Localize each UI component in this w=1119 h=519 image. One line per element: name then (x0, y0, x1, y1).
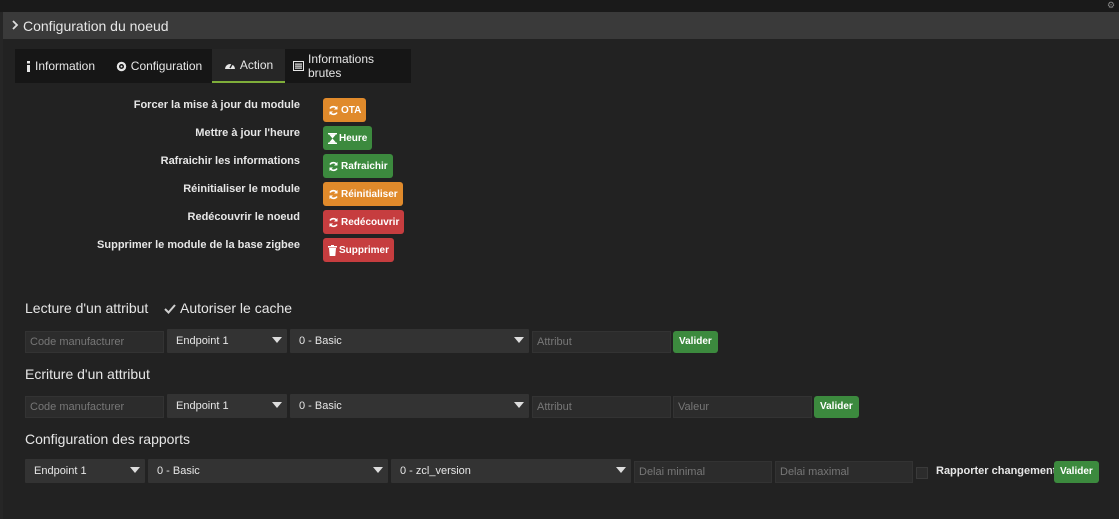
report-max-delay-input[interactable] (775, 461, 913, 483)
ota-button[interactable]: OTA (323, 98, 367, 122)
caret-down-icon (130, 467, 140, 473)
read-attr-title: Lecture d'un attribut (25, 300, 149, 316)
modal-title: Configuration du noeud (23, 17, 169, 34)
action-row-delete: Supprimer le module de la base zigbee Su… (3, 238, 1119, 264)
read-submit-button[interactable]: Valider (673, 331, 718, 353)
info-icon (26, 60, 31, 72)
action-row-time: Mettre à jour l'heure Heure (3, 126, 1119, 152)
refresh-button[interactable]: Rafraichir (323, 154, 393, 178)
trash-icon (328, 244, 337, 256)
action-label: Supprimer le module de la base zigbee (97, 239, 300, 251)
action-row-reset: Réinitialiser le module Réinitialiser (3, 182, 1119, 208)
checkmark-icon (163, 301, 177, 315)
time-button-label: Heure (339, 132, 368, 144)
cache-checkbox[interactable]: Autoriser le cache (163, 300, 292, 316)
report-endpoint-value: Endpoint 1 (34, 465, 87, 477)
read-endpoint-value: Endpoint 1 (176, 335, 229, 347)
report-change-checkbox[interactable] (916, 467, 928, 479)
action-label: Mettre à jour l'heure (195, 127, 300, 139)
refresh-icon (328, 105, 339, 116)
report-config-title: Configuration des rapports (25, 431, 190, 447)
read-manufacturer-input[interactable] (25, 331, 164, 353)
caret-down-icon (272, 337, 282, 343)
reset-button-label: Réinitialiser (341, 188, 398, 200)
refresh-icon (328, 161, 339, 172)
time-button[interactable]: Heure (323, 126, 373, 150)
read-cluster-value: 0 - Basic (299, 335, 342, 347)
read-cluster-select[interactable]: 0 - Basic (290, 329, 529, 353)
tab-information-label: Information (34, 59, 96, 73)
caret-down-icon (514, 402, 524, 408)
action-label: Redécouvrir le noeud (187, 211, 300, 223)
gear-icon[interactable]: ⚙ (1107, 0, 1117, 10)
gear-icon (116, 61, 127, 72)
tab-bar: Information Configuration Action Informa… (15, 49, 411, 83)
write-cluster-select[interactable]: 0 - Basic (290, 394, 529, 418)
report-cluster-select[interactable]: 0 - Basic (148, 459, 388, 483)
write-endpoint-select[interactable]: Endpoint 1 (167, 394, 287, 418)
refresh-icon (328, 189, 339, 200)
read-endpoint-select[interactable]: Endpoint 1 (167, 329, 287, 353)
delete-button-label: Supprimer (339, 244, 390, 256)
caret-down-icon (514, 337, 524, 343)
write-manufacturer-input[interactable] (25, 396, 164, 418)
action-label: Rafraichir les informations (160, 155, 300, 167)
tab-action[interactable]: Action (212, 49, 285, 83)
rediscover-button[interactable]: Redécouvrir (323, 210, 405, 234)
write-submit-button[interactable]: Valider (814, 396, 859, 418)
ota-button-label: OTA (341, 104, 362, 116)
report-change-label: Rapporter changement (936, 465, 1057, 477)
read-attribute-input[interactable] (532, 331, 671, 353)
report-submit-button[interactable]: Valider (1054, 461, 1099, 483)
tab-raw-info-label: Informations brutes (308, 52, 375, 80)
write-cluster-value: 0 - Basic (299, 400, 342, 412)
dashboard-icon (224, 60, 236, 70)
write-value-input[interactable] (673, 396, 812, 418)
caret-down-icon (373, 467, 383, 473)
cache-label: Autoriser le cache (180, 300, 293, 316)
write-endpoint-value: Endpoint 1 (176, 400, 229, 412)
tab-configuration[interactable]: Configuration (106, 49, 212, 83)
report-min-delay-input[interactable] (634, 461, 772, 483)
write-attribute-input[interactable] (532, 396, 671, 418)
delete-button[interactable]: Supprimer (323, 238, 395, 262)
chevron-right-icon[interactable] (11, 19, 21, 33)
hourglass-icon (328, 132, 337, 144)
action-row-rediscover: Redécouvrir le noeud Redécouvrir (3, 210, 1119, 236)
tab-information[interactable]: Information (15, 49, 106, 83)
report-cluster-value: 0 - Basic (157, 465, 200, 477)
modal-header: Configuration du noeud (3, 12, 1119, 39)
background-top-bar: ⚙ (0, 0, 1119, 12)
tab-raw-info[interactable]: Informations brutes (285, 49, 411, 83)
caret-down-icon (272, 402, 282, 408)
node-config-modal: Configuration du noeud Information Confi… (3, 12, 1119, 519)
reset-button[interactable]: Réinitialiser (323, 182, 403, 206)
action-label: Forcer la mise à jour du module (133, 99, 300, 111)
caret-down-icon (616, 467, 626, 473)
list-icon (293, 61, 304, 71)
refresh-icon (328, 217, 339, 228)
report-attribute-value: 0 - zcl_version (400, 465, 471, 477)
tab-configuration-label: Configuration (130, 59, 203, 73)
tab-action-label: Action (239, 58, 274, 72)
report-attribute-select[interactable]: 0 - zcl_version (391, 459, 631, 483)
action-label: Réinitialiser le module (183, 183, 300, 195)
write-attr-title: Ecriture d'un attribut (25, 366, 150, 382)
rediscover-button-label: Redécouvrir (341, 216, 400, 228)
action-row-refresh: Rafraichir les informations Rafraichir (3, 154, 1119, 180)
refresh-button-label: Rafraichir (341, 160, 388, 172)
action-row-ota: Forcer la mise à jour du module OTA (3, 98, 1119, 124)
report-endpoint-select[interactable]: Endpoint 1 (25, 459, 145, 483)
